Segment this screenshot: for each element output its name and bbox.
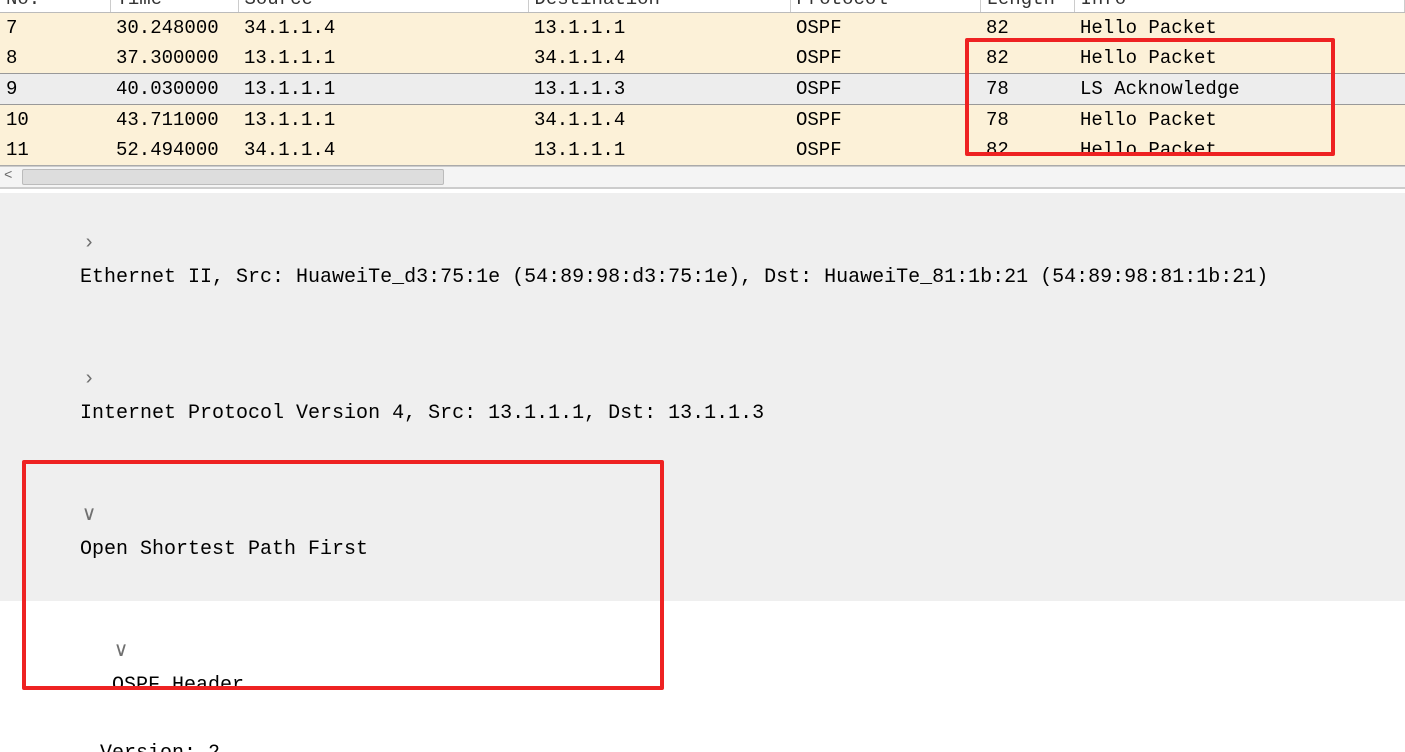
tree-label: OSPF Header (112, 674, 244, 697)
cell-no: 7 (0, 13, 110, 44)
cell-info: Hello Packet (1074, 13, 1405, 44)
col-header-protocol[interactable]: Protocol (790, 0, 980, 13)
col-header-info[interactable]: Info (1074, 0, 1405, 13)
cell-len: 82 (980, 43, 1074, 74)
packet-list-header-row[interactable]: No. Time Source Destination Protocol Len… (0, 0, 1405, 13)
packet-list-table[interactable]: No. Time Source Destination Protocol Len… (0, 0, 1405, 165)
cell-info: Hello Packet (1074, 105, 1405, 136)
col-header-time[interactable]: Time (110, 0, 238, 13)
packet-details-pane[interactable]: › Ethernet II, Src: HuaweiTe_d3:75:1e (5… (0, 188, 1405, 752)
tree-label: Ethernet II, Src: HuaweiTe_d3:75:1e (54:… (80, 266, 1268, 289)
cell-len: 82 (980, 13, 1074, 44)
packet-list-hscrollbar[interactable]: < (0, 166, 1405, 188)
tree-row-ospf-header[interactable]: ∨ OSPF Header (0, 601, 1405, 737)
cell-no: 10 (0, 105, 110, 136)
packet-row[interactable]: 8 37.300000 13.1.1.1 34.1.1.4 OSPF 82 He… (0, 43, 1405, 74)
tree-label: Open Shortest Path First (80, 538, 368, 561)
cell-proto: OSPF (790, 13, 980, 44)
tree-row-ospf[interactable]: ∨ Open Shortest Path First (0, 465, 1405, 601)
tree-label: Version: 2 (100, 742, 220, 752)
tree-label: Internet Protocol Version 4, Src: 13.1.1… (80, 402, 764, 425)
col-header-no[interactable]: No. (0, 0, 110, 13)
cell-proto: OSPF (790, 105, 980, 136)
cell-time: 52.494000 (110, 135, 238, 165)
cell-info: LS Acknowledge (1074, 74, 1405, 105)
tree-row-version[interactable]: Version: 2 (0, 737, 1405, 752)
packet-list-pane[interactable]: No. Time Source Destination Protocol Len… (0, 0, 1405, 166)
cell-src: 13.1.1.1 (238, 43, 528, 74)
cell-proto: OSPF (790, 135, 980, 165)
cell-proto: OSPF (790, 43, 980, 74)
cell-len: 82 (980, 135, 1074, 165)
col-header-destination[interactable]: Destination (528, 0, 790, 13)
cell-src: 34.1.1.4 (238, 135, 528, 165)
packet-row[interactable]: 10 43.711000 13.1.1.1 34.1.1.4 OSPF 78 H… (0, 105, 1405, 136)
scroll-left-icon[interactable]: < (4, 168, 12, 184)
cell-src: 13.1.1.1 (238, 74, 528, 105)
cell-time: 40.030000 (110, 74, 238, 105)
scroll-thumb[interactable] (22, 169, 444, 185)
cell-len: 78 (980, 105, 1074, 136)
cell-dst: 34.1.1.4 (528, 105, 790, 136)
cell-info: Hello Packet (1074, 135, 1405, 165)
cell-proto: OSPF (790, 74, 980, 105)
cell-no: 11 (0, 135, 110, 165)
cell-no: 9 (0, 74, 110, 105)
expand-icon[interactable]: › (80, 227, 98, 261)
col-header-source[interactable]: Source (238, 0, 528, 13)
expand-icon[interactable]: › (80, 363, 98, 397)
cell-info: Hello Packet (1074, 43, 1405, 74)
cell-time: 30.248000 (110, 13, 238, 44)
packet-row[interactable]: 7 30.248000 34.1.1.4 13.1.1.1 OSPF 82 He… (0, 13, 1405, 44)
cell-dst: 34.1.1.4 (528, 43, 790, 74)
cell-src: 34.1.1.4 (238, 13, 528, 44)
cell-dst: 13.1.1.3 (528, 74, 790, 105)
cell-src: 13.1.1.1 (238, 105, 528, 136)
cell-time: 37.300000 (110, 43, 238, 74)
packet-row-selected[interactable]: 9 40.030000 13.1.1.1 13.1.1.3 OSPF 78 LS… (0, 74, 1405, 105)
collapse-icon[interactable]: ∨ (112, 635, 130, 669)
collapse-icon[interactable]: ∨ (80, 499, 98, 533)
tree-row-ip[interactable]: › Internet Protocol Version 4, Src: 13.1… (0, 329, 1405, 465)
packet-row[interactable]: 11 52.494000 34.1.1.4 13.1.1.1 OSPF 82 H… (0, 135, 1405, 165)
cell-dst: 13.1.1.1 (528, 135, 790, 165)
cell-no: 8 (0, 43, 110, 74)
cell-dst: 13.1.1.1 (528, 13, 790, 44)
cell-time: 43.711000 (110, 105, 238, 136)
tree-row-ethernet[interactable]: › Ethernet II, Src: HuaweiTe_d3:75:1e (5… (0, 193, 1405, 329)
cell-len: 78 (980, 74, 1074, 105)
col-header-length[interactable]: Length (980, 0, 1074, 13)
